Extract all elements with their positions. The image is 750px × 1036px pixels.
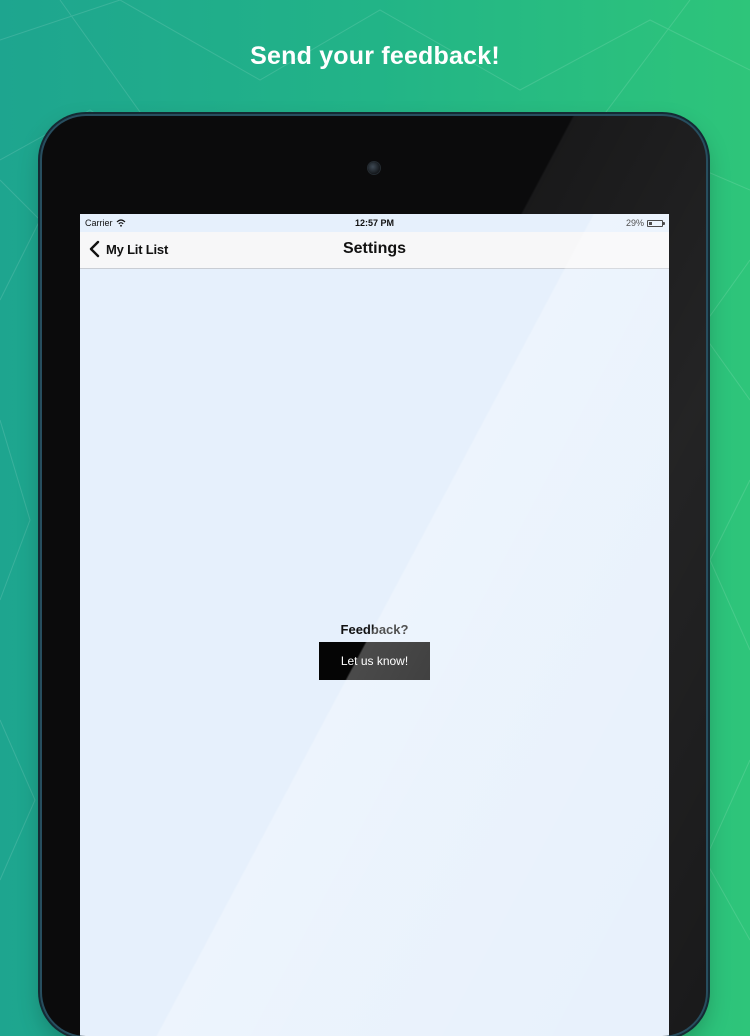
let-us-know-button[interactable]: Let us know! bbox=[319, 642, 430, 680]
promo-headline: Send your feedback! bbox=[250, 42, 500, 70]
battery-icon bbox=[647, 219, 665, 227]
status-battery: 29% bbox=[625, 218, 665, 228]
page-title: Settings bbox=[342, 240, 407, 257]
battery-level bbox=[649, 221, 652, 225]
app-screen: Carrier 12:57 PM 29% My Lit List Setting… bbox=[80, 214, 669, 1036]
status-time: 12:57 PM bbox=[354, 218, 395, 228]
battery-percent: 29% bbox=[625, 218, 644, 228]
tablet-device-frame: Carrier 12:57 PM 29% My Lit List Setting… bbox=[42, 116, 706, 1036]
feedback-label: Feedback? bbox=[340, 622, 409, 637]
camera-icon bbox=[368, 162, 380, 174]
navigation-bar: My Lit List Settings bbox=[80, 232, 669, 269]
feedback-section: Feedback? Let us know! bbox=[80, 622, 669, 680]
app-store-screenshot: { "promo": { "headline": "Send your feed… bbox=[0, 0, 750, 1036]
status-bar: Carrier 12:57 PM 29% bbox=[80, 214, 669, 232]
